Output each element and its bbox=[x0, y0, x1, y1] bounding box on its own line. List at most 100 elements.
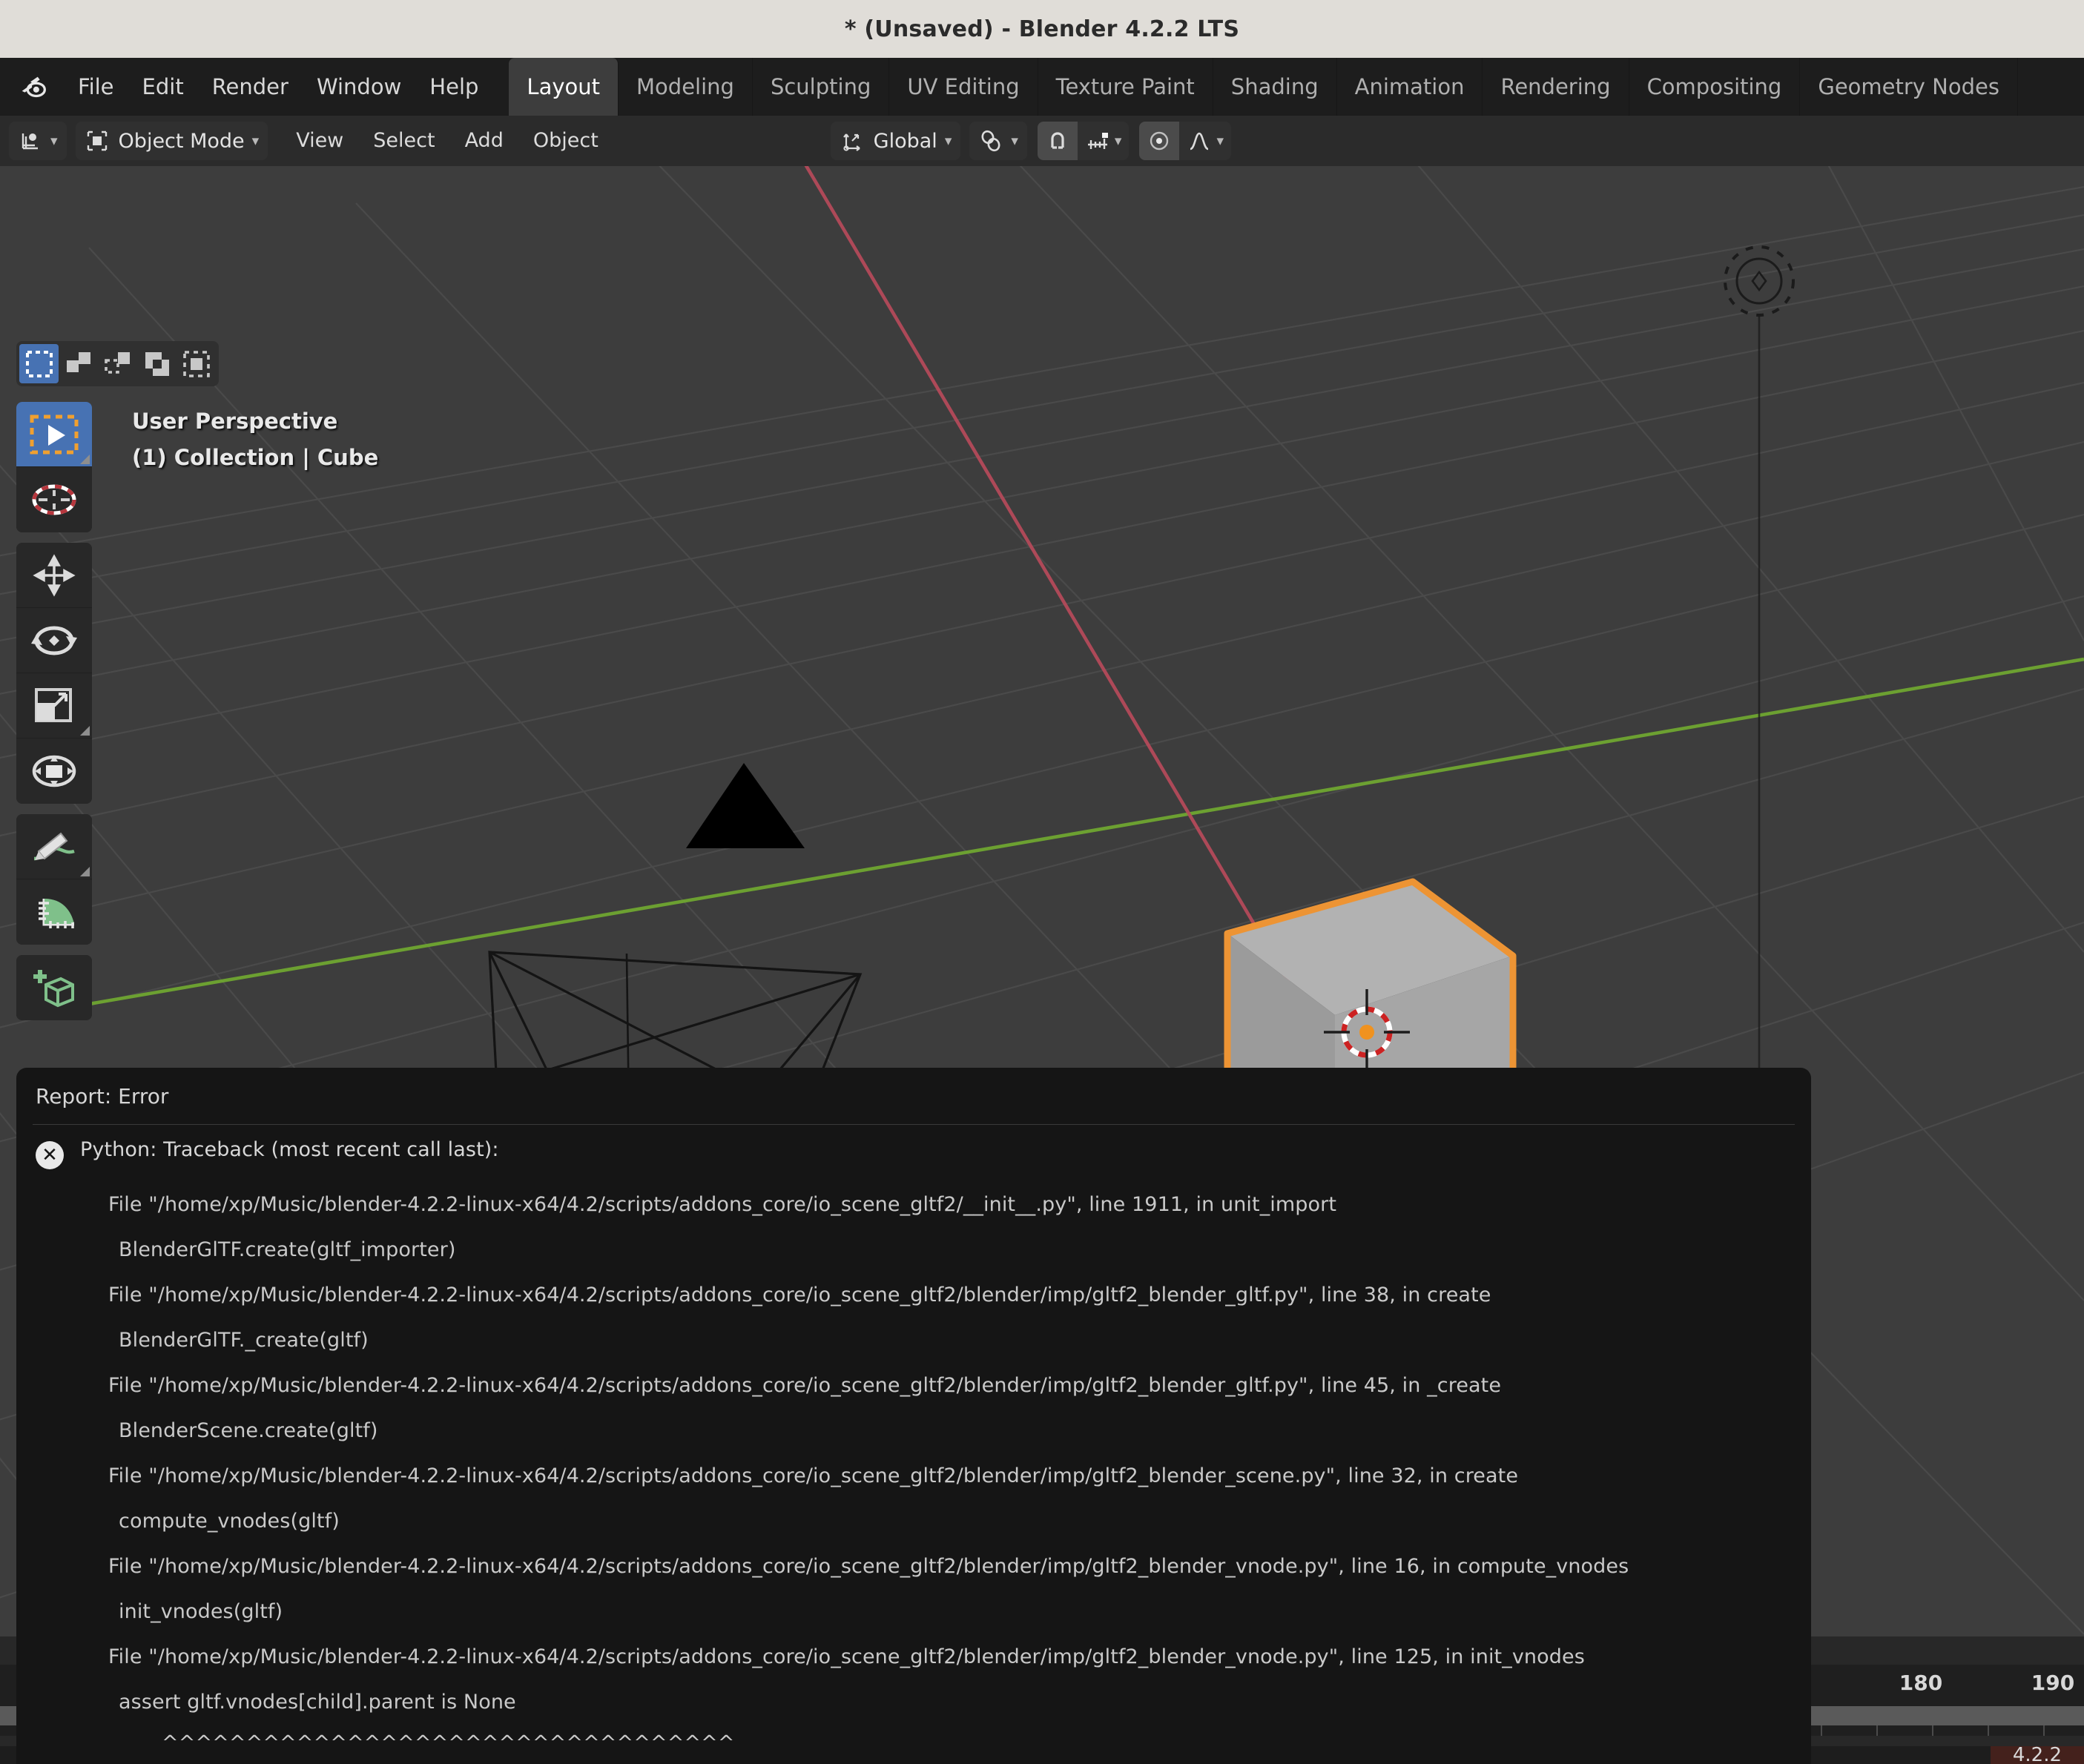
workspace-tab-layout[interactable]: Layout bbox=[509, 58, 619, 116]
smooth-falloff-curve-icon bbox=[1187, 128, 1212, 153]
interaction-mode-selector[interactable]: Object Mode ▾ bbox=[75, 122, 268, 160]
timeline-tick-180: 180 bbox=[1899, 1671, 1943, 1695]
viewport-scene-info: (1) Collection | Cube bbox=[132, 445, 379, 470]
interaction-mode-label: Object Mode bbox=[118, 129, 245, 153]
select-invert-button[interactable] bbox=[137, 344, 177, 383]
transform-orientation-icon bbox=[840, 128, 865, 153]
timeline-tick-190: 190 bbox=[2031, 1671, 2075, 1695]
traceback-code-line: BlenderGlTF.create(gltf_importer) bbox=[119, 1238, 456, 1261]
object-mode-icon bbox=[85, 128, 110, 153]
toolbar-group-add bbox=[16, 955, 92, 1020]
blender-logo-icon[interactable] bbox=[16, 70, 50, 104]
app-menu-window[interactable]: Window bbox=[303, 58, 415, 116]
annotate-tool[interactable] bbox=[16, 814, 92, 879]
viewport-menu-view[interactable]: View bbox=[281, 116, 358, 166]
chevron-down-icon: ▾ bbox=[251, 133, 260, 149]
proportional-edit-toggle[interactable] bbox=[1139, 122, 1180, 160]
chevron-down-icon: ▾ bbox=[1114, 133, 1122, 149]
report-body: ✕ Python: Traceback (most recent call la… bbox=[16, 1125, 1811, 1764]
viewport-info-overlay: User Perspective (1) Collection | Cube bbox=[132, 411, 378, 469]
traceback-code-line: compute_vnodes(gltf) bbox=[119, 1510, 340, 1533]
viewport-view-name: User Perspective bbox=[132, 409, 338, 434]
editor-type-selector[interactable]: ▾ bbox=[9, 122, 67, 160]
snap-increment-icon bbox=[1085, 128, 1110, 153]
chevron-down-icon: ▾ bbox=[1216, 133, 1224, 149]
report-header-row: ✕ Python: Traceback (most recent call la… bbox=[16, 1140, 1811, 1169]
os-title-bar: * (Unsaved) - Blender 4.2.2 LTS bbox=[0, 0, 2084, 58]
workspace-tab-compositing[interactable]: Compositing bbox=[1629, 58, 1801, 116]
proportional-edit-icon bbox=[1147, 128, 1172, 153]
traceback-frame-list: File "/home/xp/Music/blender-4.2.2-linux… bbox=[16, 1195, 1811, 1712]
scale-tool[interactable] bbox=[16, 673, 92, 739]
window-title: * (Unsaved) - Blender 4.2.2 LTS bbox=[844, 16, 1240, 42]
transform-orientation-selector[interactable]: Global ▾ bbox=[830, 122, 961, 160]
move-tool[interactable] bbox=[16, 543, 92, 608]
tool-submenu-indicator bbox=[80, 726, 90, 736]
snap-increment-button[interactable]: ▾ bbox=[1078, 122, 1130, 160]
workspace-tab-bar: Layout Modeling Sculpting UV Editing Texture… bbox=[509, 58, 2018, 116]
top-menu-bar: File Edit Render Window Help Layout Modeling S… bbox=[0, 58, 2084, 116]
workspace-tab-texture-paint[interactable]: Texture Paint bbox=[1038, 58, 1213, 116]
traceback-file-line: File "/home/xp/Music/blender-4.2.2-linux… bbox=[108, 1555, 1629, 1578]
toolbar-group-transform bbox=[16, 543, 92, 804]
snapping-group: ▾ bbox=[1037, 122, 1130, 160]
viewport-toolbar bbox=[16, 402, 92, 1031]
transform-orientation-label: Global bbox=[873, 129, 937, 153]
traceback-code-line: init_vnodes(gltf) bbox=[119, 1600, 283, 1623]
viewport-menu-group: View Select Add Object bbox=[281, 116, 613, 166]
viewport-menu-select[interactable]: Select bbox=[358, 116, 449, 166]
select-mode-strip bbox=[16, 341, 219, 386]
traceback-file-line: File "/home/xp/Music/blender-4.2.2-linux… bbox=[108, 1645, 1585, 1668]
measure-tool[interactable] bbox=[16, 879, 92, 945]
traceback-file-line: File "/home/xp/Music/blender-4.2.2-linux… bbox=[108, 1464, 1519, 1487]
error-cross-icon: ✕ bbox=[36, 1141, 64, 1169]
error-report-panel[interactable]: Report: Error ✕ Python: Traceback (most … bbox=[16, 1068, 1811, 1764]
select-set-new-button[interactable] bbox=[19, 344, 59, 383]
workspace-tab-sculpting[interactable]: Sculpting bbox=[753, 58, 890, 116]
chevron-down-icon: ▾ bbox=[1011, 133, 1018, 149]
workspace-tab-geometry-nodes[interactable]: Geometry Nodes bbox=[1800, 58, 2018, 116]
viewport-menu-add[interactable]: Add bbox=[450, 116, 518, 166]
traceback-code-line: assert gltf.vnodes[child].parent is None bbox=[119, 1691, 516, 1714]
app-menu-help[interactable]: Help bbox=[415, 58, 492, 116]
proportional-falloff-selector[interactable]: ▾ bbox=[1179, 122, 1231, 160]
app-menu-edit[interactable]: Edit bbox=[128, 58, 198, 116]
toolbar-group-annotate bbox=[16, 814, 92, 945]
traceback-header: Python: Traceback (most recent call last… bbox=[80, 1138, 499, 1161]
traceback-code-line: BlenderScene.create(gltf) bbox=[119, 1419, 378, 1442]
traceback-file-line: File "/home/xp/Music/blender-4.2.2-linux… bbox=[108, 1374, 1502, 1397]
snap-target-selector[interactable]: ▾ bbox=[969, 122, 1027, 160]
app-menu-render[interactable]: Render bbox=[198, 58, 303, 116]
select-extend-button[interactable] bbox=[59, 344, 98, 383]
magnet-snap-icon bbox=[1045, 128, 1070, 153]
app-menu-group: File Edit Render Window Help bbox=[64, 58, 492, 116]
traceback-file-line: File "/home/xp/Music/blender-4.2.2-linux… bbox=[108, 1284, 1491, 1307]
workspace-tab-animation[interactable]: Animation bbox=[1337, 58, 1483, 116]
report-title: Report: Error bbox=[36, 1083, 169, 1109]
viewport-menu-object[interactable]: Object bbox=[518, 116, 613, 166]
workspace-tab-rendering[interactable]: Rendering bbox=[1483, 58, 1629, 116]
workspace-tab-modeling[interactable]: Modeling bbox=[619, 58, 753, 116]
tweak-select-box-tool[interactable] bbox=[16, 402, 92, 467]
tool-submenu-indicator bbox=[80, 455, 90, 464]
blender-version-badge: 4.2.2 bbox=[1990, 1746, 2084, 1764]
workspace-tab-shading[interactable]: Shading bbox=[1213, 58, 1337, 116]
traceback-file-line: File "/home/xp/Music/blender-4.2.2-linux… bbox=[108, 1193, 1337, 1216]
rotate-tool[interactable] bbox=[16, 608, 92, 673]
select-intersect-button[interactable] bbox=[177, 344, 216, 383]
cursor-tool[interactable] bbox=[16, 467, 92, 532]
snapping-icon bbox=[978, 128, 1003, 153]
editor-type-3d-viewport-icon bbox=[18, 128, 43, 153]
chevron-down-icon: ▾ bbox=[944, 133, 952, 149]
traceback-caret-line: ^^^^^^^^^^^^^^^^^^^^^^^^^^^^^^^^^^ bbox=[162, 1731, 735, 1754]
workspace-tab-uv-editing[interactable]: UV Editing bbox=[889, 58, 1038, 116]
toolbar-group-select bbox=[16, 402, 92, 532]
proportional-editing-group: ▾ bbox=[1139, 122, 1231, 160]
transform-tool[interactable] bbox=[16, 739, 92, 804]
app-menu-file[interactable]: File bbox=[64, 58, 128, 116]
add-cube-tool[interactable] bbox=[16, 955, 92, 1020]
tool-submenu-indicator bbox=[80, 867, 90, 876]
select-subtract-button[interactable] bbox=[98, 344, 137, 383]
snap-toggle-button[interactable] bbox=[1037, 122, 1078, 160]
traceback-code-line: BlenderGlTF._create(gltf) bbox=[119, 1329, 369, 1352]
